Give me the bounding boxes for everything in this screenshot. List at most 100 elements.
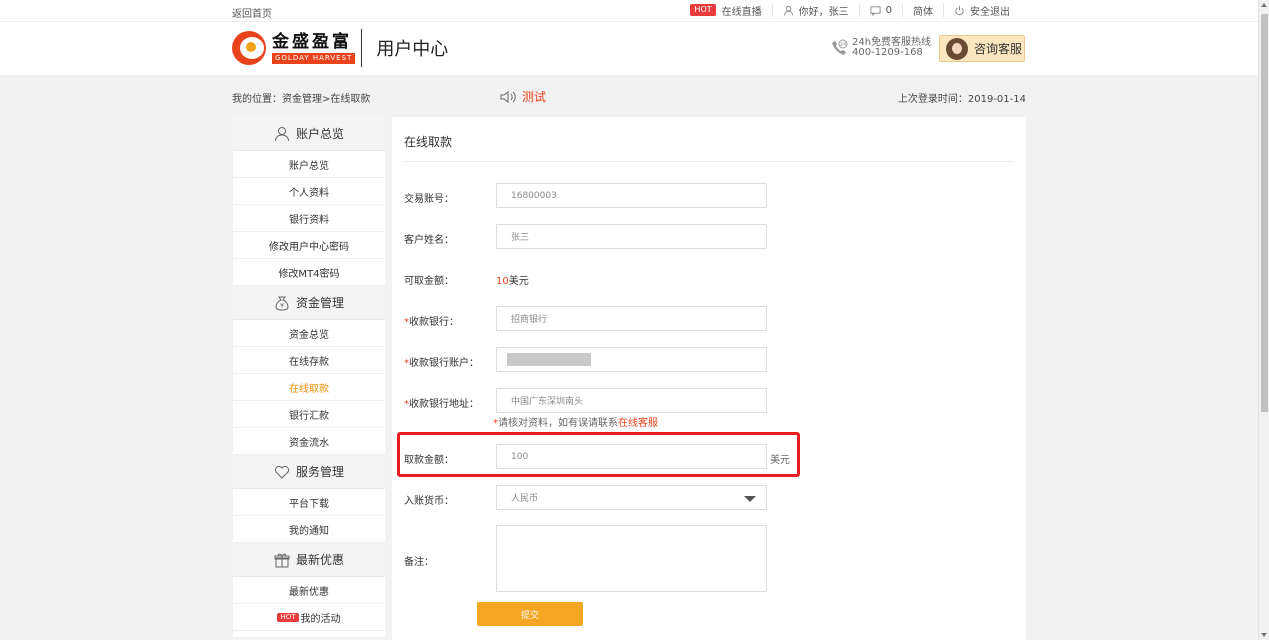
sidebar-item-profile[interactable]: 个人资料 <box>233 178 385 205</box>
bank-account-label: *收款银行账户： <box>404 354 479 369</box>
currency-value: 人民币 <box>511 494 539 504</box>
bank-account-field[interactable] <box>496 347 767 372</box>
live-label: 在线直播 <box>721 6 762 18</box>
sidebar-item-promotions[interactable]: 最新优惠 <box>233 577 385 604</box>
sidebar: 账户总览 账户总览 个人资料 银行资料 修改用户中心密码 修改MT4密码 ¥ 资… <box>233 117 385 637</box>
speaker-icon <box>500 90 516 103</box>
currency-select[interactable]: 人民币 <box>496 485 767 510</box>
sidebar-item-account-overview[interactable]: 账户总览 <box>233 151 385 178</box>
panel-title: 在线取款 <box>404 135 453 149</box>
hot-badge: HOT <box>690 4 716 16</box>
available-label: 可取金额： <box>404 276 454 287</box>
phone-icon: 24 <box>832 39 848 55</box>
logo-cn: 金盛盈富 <box>272 32 352 52</box>
sidebar-item-label: 我的活动 <box>300 613 341 625</box>
remark-textarea[interactable] <box>496 525 767 592</box>
logo[interactable]: 金盛盈富 GOLDAY HARVEST 用户中心 <box>232 29 448 67</box>
sidebar-item-bank-transfer[interactable]: 银行汇款 <box>233 401 385 428</box>
amount-value: 100 <box>511 451 529 462</box>
sidebar-section-funds: ¥ 资金管理 <box>233 286 385 320</box>
language-switch[interactable]: 简体 <box>903 3 944 18</box>
power-icon <box>955 5 964 15</box>
user-greeting[interactable]: 你好，张三 <box>773 3 860 18</box>
chevron-down-icon <box>744 496 756 502</box>
live-link[interactable]: HOT 在线直播 <box>680 3 773 18</box>
sidebar-item-bank-info[interactable]: 银行资料 <box>233 205 385 232</box>
back-home-link[interactable]: 返回首页 <box>232 5 272 20</box>
remark-label: 备注： <box>404 557 434 568</box>
bank-address-label-text: 收款银行地址： <box>409 399 479 410</box>
submit-button[interactable]: 提交 <box>477 602 583 626</box>
info-bar: 我的位置：资金管理>在线取款 测试 上次登录时间：2019-01-14 <box>232 88 1026 105</box>
notice[interactable]: 测试 <box>500 88 546 105</box>
sidebar-item-funds-overview[interactable]: 资金总览 <box>233 320 385 347</box>
logo-text: 金盛盈富 GOLDAY HARVEST <box>272 32 356 64</box>
bank-address-field[interactable]: 中国广东深圳南头 <box>496 388 767 413</box>
sidebar-item-my-activities[interactable]: HOT 我的活动 <box>233 604 385 631</box>
bank-field[interactable]: 招商银行 <box>496 306 767 331</box>
withdraw-amount-input[interactable]: 100 <box>496 444 767 469</box>
currency-label: 入账货币： <box>404 496 454 507</box>
withdraw-panel: 在线取款 交易账号： 16800003 客户姓名： 张三 可取金额： 10美元 … <box>392 117 1026 640</box>
logo-en: GOLDAY HARVEST <box>272 53 356 64</box>
consult-button[interactable]: 咨询客服 <box>939 35 1025 62</box>
sidebar-item-download[interactable]: 平台下载 <box>233 489 385 516</box>
section-title: 资金管理 <box>295 296 344 310</box>
sidebar-section-promotions: 最新优惠 <box>233 543 385 577</box>
svg-text:24: 24 <box>840 42 846 48</box>
breadcrumb: 我的位置：资金管理>在线取款 <box>232 94 371 105</box>
divider <box>404 161 1014 162</box>
available-number: 10 <box>496 276 509 287</box>
sidebar-item-withdraw[interactable]: 在线取款 <box>233 374 385 401</box>
account-field[interactable]: 16800003 <box>496 183 767 208</box>
amount-label: 取款金额： <box>404 455 454 466</box>
sidebar-item-notifications[interactable]: 我的通知 <box>233 516 385 543</box>
verify-hint: *请核对资料，如有误请联系在线客服 <box>493 414 658 429</box>
section-title: 服务管理 <box>295 465 344 479</box>
bank-address-value: 中国广东深圳南头 <box>511 397 584 407</box>
section-title: 最新优惠 <box>295 553 344 567</box>
consult-label: 咨询客服 <box>974 42 1023 56</box>
account-label: 交易账号： <box>404 194 454 205</box>
scroll-thumb[interactable] <box>1261 14 1268 412</box>
sidebar-section-service: 服务管理 <box>233 455 385 489</box>
hot-badge: HOT <box>277 612 299 622</box>
scroll-up-icon[interactable] <box>1261 3 1267 7</box>
sidebar-item-fund-flow[interactable]: 资金流水 <box>233 428 385 455</box>
sidebar-section-account: 账户总览 <box>233 117 385 151</box>
amount-unit: 美元 <box>770 455 790 466</box>
name-value: 张三 <box>511 233 530 243</box>
notice-text: 测试 <box>522 90 547 104</box>
sidebar-item-deposit[interactable]: 在线存款 <box>233 347 385 374</box>
bank-address-label: *收款银行地址： <box>404 395 479 410</box>
name-field[interactable]: 张三 <box>496 224 767 249</box>
money-bag-icon: ¥ <box>275 296 289 311</box>
user-icon <box>274 126 289 141</box>
gift-icon <box>274 553 290 567</box>
messages-link[interactable]: 0 <box>860 3 903 17</box>
sidebar-item-change-password[interactable]: 修改用户中心密码 <box>233 232 385 259</box>
logout-label: 安全退出 <box>970 6 1010 18</box>
last-login: 上次登录时间：2019-01-14 <box>897 94 1026 105</box>
bank-label-text: 收款银行： <box>409 317 459 328</box>
top-bar: 返回首页 HOT 在线直播 你好，张三 0 简体 安全退出 <box>0 0 1258 22</box>
scrollbar[interactable] <box>1258 0 1269 640</box>
user-icon <box>783 5 793 16</box>
greeting-label: 你好，张三 <box>798 6 849 18</box>
message-icon <box>870 5 881 16</box>
available-amount: 10美元 <box>496 272 529 287</box>
sidebar-item-change-mt4-password[interactable]: 修改MT4密码 <box>233 259 385 286</box>
section-title: 账户总览 <box>295 127 344 141</box>
logout-link[interactable]: 安全退出 <box>944 3 1020 18</box>
bank-value: 招商银行 <box>511 315 548 325</box>
hotline-text: 24h免费客服热线 400-1209-168 <box>852 38 931 58</box>
hint-text: 请核对资料，如有误请联系 <box>498 418 618 429</box>
avatar <box>946 37 968 60</box>
logo-mark-icon <box>232 31 266 65</box>
language-label: 简体 <box>913 6 933 18</box>
hotline-number: 400-1209-168 <box>852 47 923 58</box>
scroll-down-icon[interactable] <box>1261 633 1267 637</box>
available-unit: 美元 <box>508 276 529 287</box>
online-service-link[interactable]: 在线客服 <box>618 418 658 429</box>
bank-label: *收款银行： <box>404 313 459 328</box>
